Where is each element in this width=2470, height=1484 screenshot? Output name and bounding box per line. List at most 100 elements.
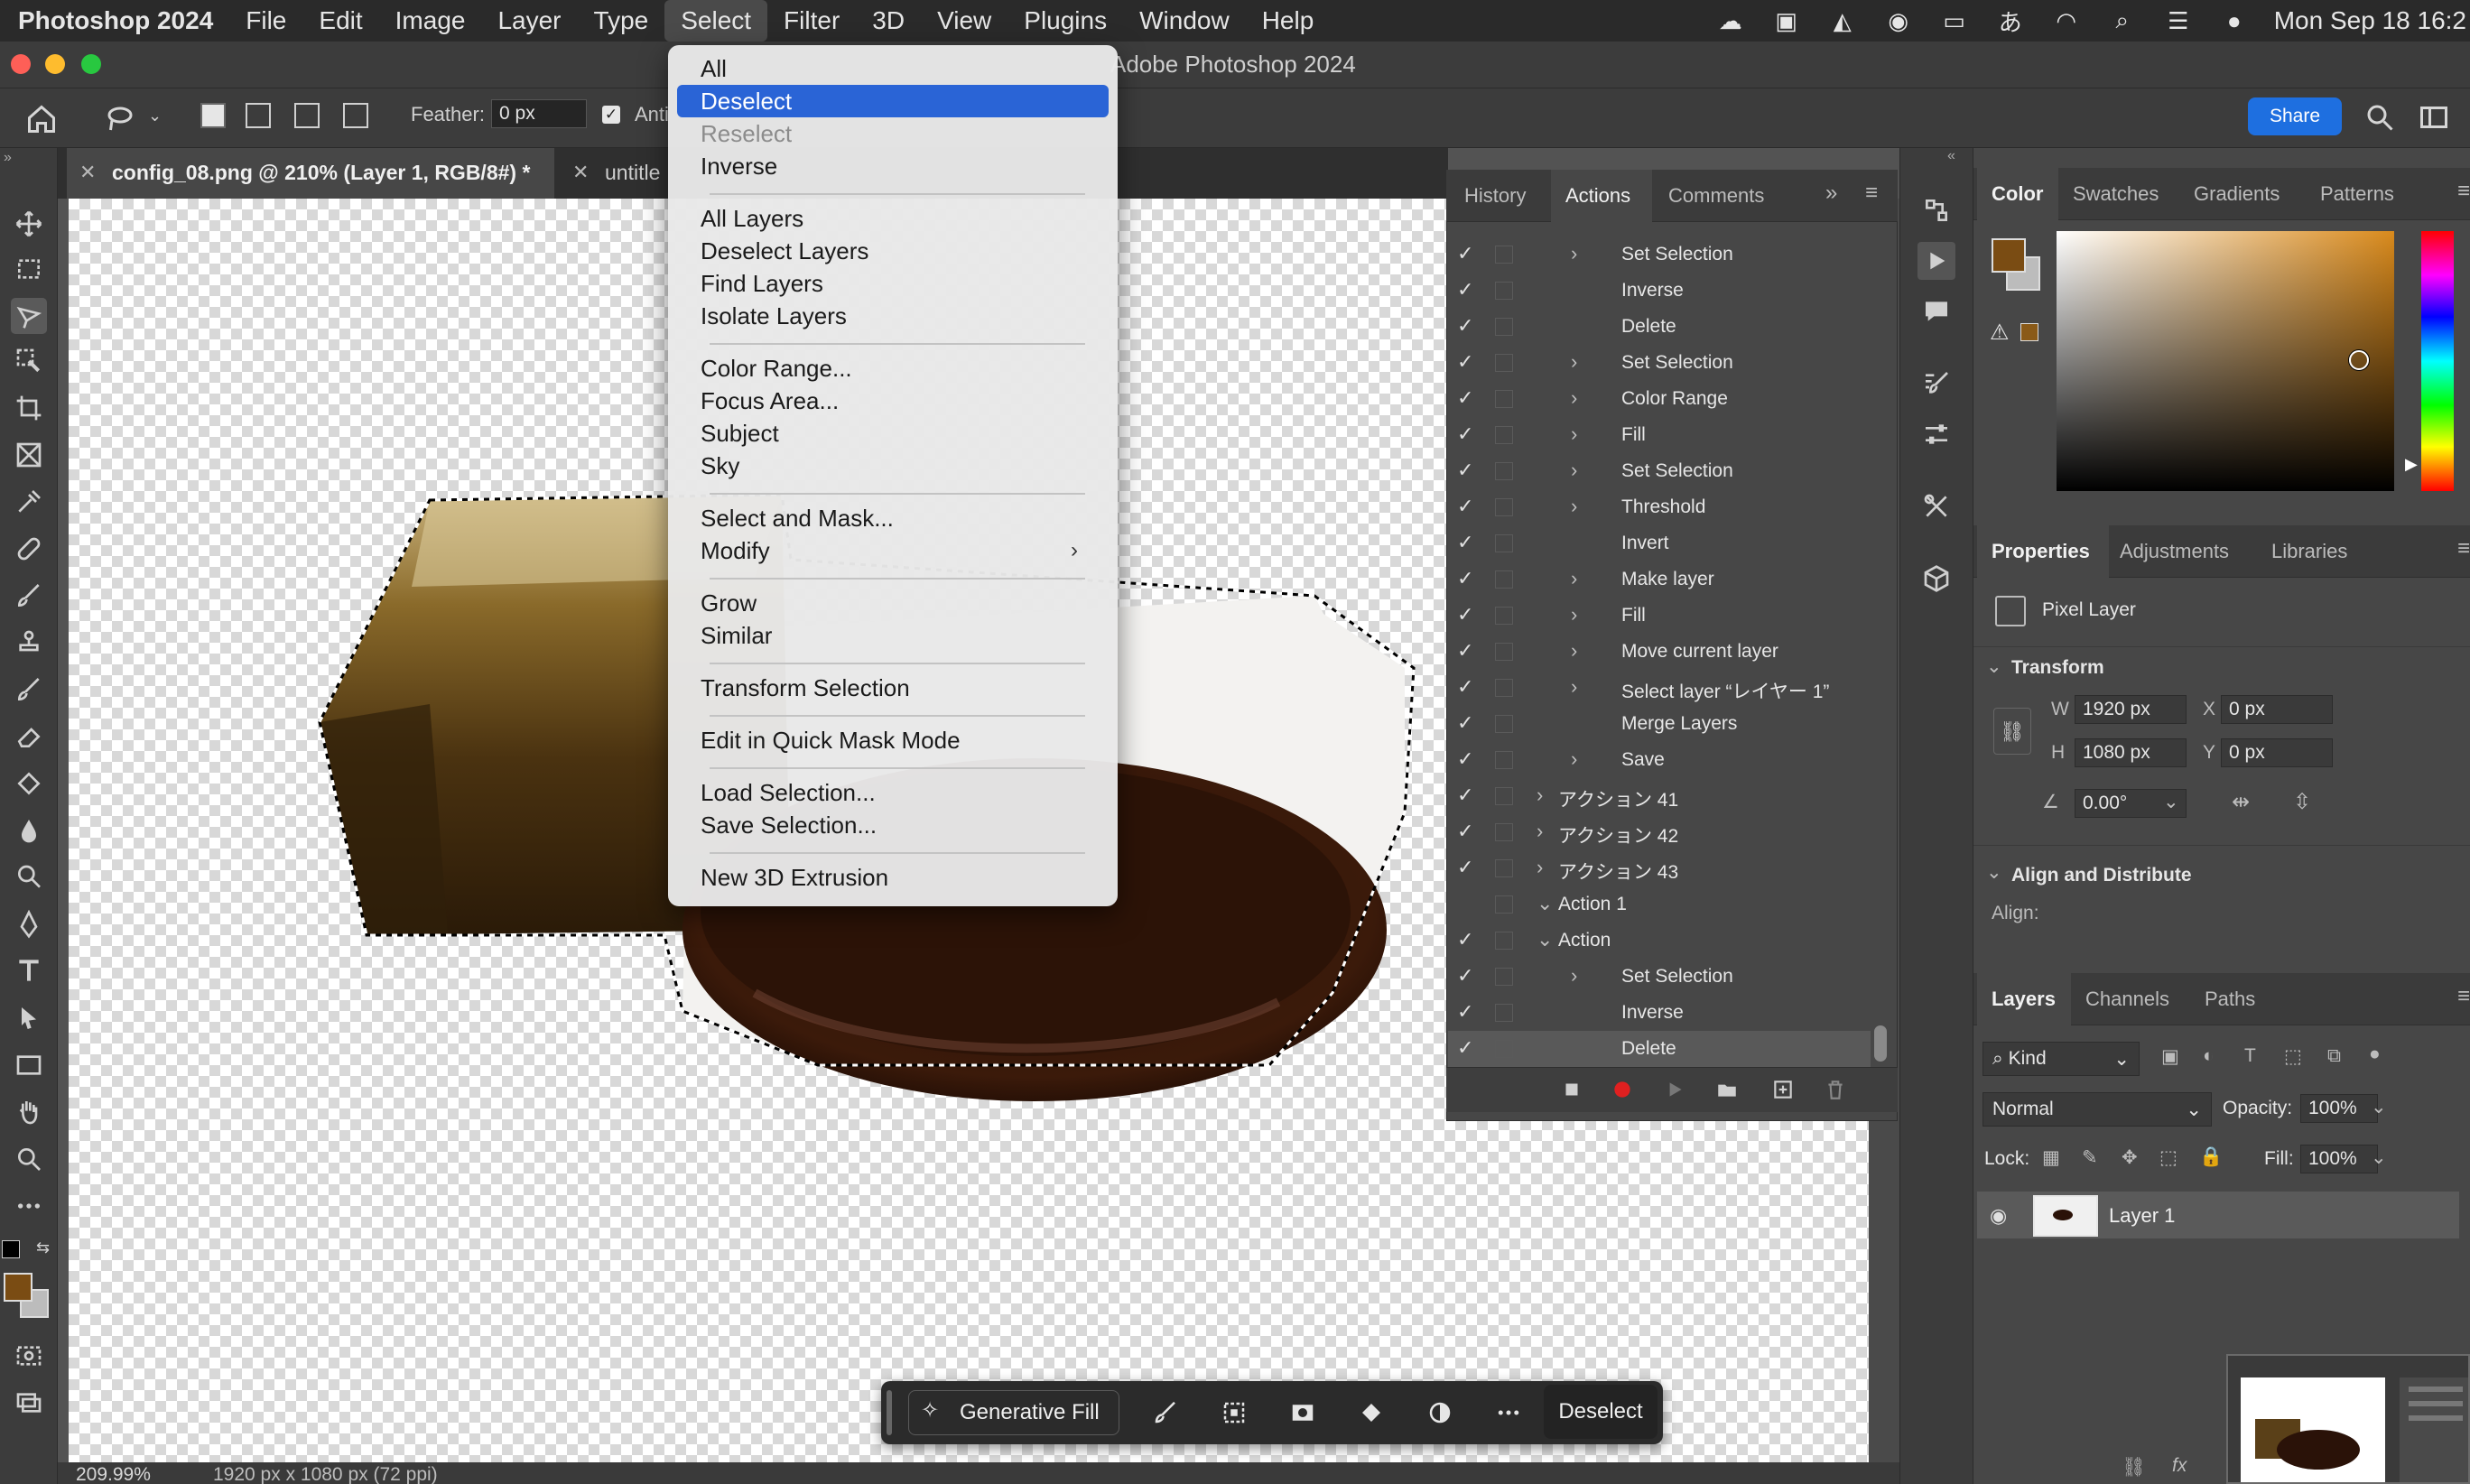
dialog-toggle-box[interactable] [1495,534,1513,552]
type-filter-icon[interactable]: T [2244,1045,2256,1067]
lasso-tool-preset-icon[interactable] [99,101,141,137]
path-selection-tool-icon[interactable] [11,1000,47,1036]
hue-slider[interactable] [2421,231,2454,491]
chevron-right-icon[interactable]: › [1571,386,1577,410]
tab-patterns[interactable]: Patterns [2320,182,2394,206]
menu-item-deselect-layers[interactable]: Deselect Layers [677,235,1109,267]
marquee-tool-icon[interactable] [11,251,47,287]
chevron-right-icon[interactable]: › [1571,422,1577,446]
foreground-color-swatch[interactable] [1992,238,2026,273]
battery-icon[interactable]: ▭ [1938,7,1971,34]
screen-mode-icon[interactable] [11,1385,47,1421]
close-tab-icon[interactable]: ✕ [79,161,96,184]
toggle-item-checkbox[interactable]: ✓ [1457,242,1473,265]
navigator-thumbnail[interactable] [2226,1354,2470,1484]
toggle-item-checkbox[interactable]: ✓ [1457,603,1473,626]
menu-filter[interactable]: Filter [767,0,856,42]
tools-preset-icon[interactable] [1918,487,1955,525]
adjustment-filter-icon[interactable]: ◐ [2203,1045,2215,1067]
quick-mask-icon[interactable] [11,1338,47,1374]
tab-channels[interactable]: Channels [2085,988,2169,1011]
toggle-item-checkbox[interactable]: ✓ [1457,495,1473,518]
add-to-selection-icon[interactable] [246,103,271,128]
chevron-down-icon[interactable]: ⌄ [1986,655,2002,678]
pen-tool-icon[interactable] [11,906,47,942]
link-icon[interactable]: ⛓ [1993,708,2031,755]
tab-history[interactable]: History [1464,184,1526,208]
wifi-icon[interactable]: ◠ [2050,7,2083,34]
dialog-toggle-box[interactable] [1495,498,1513,516]
search-icon[interactable]: ⌕ [2106,6,2139,34]
fx-icon[interactable]: fx [2172,1455,2187,1477]
menu-item-isolate-layers[interactable]: Isolate Layers [677,300,1109,332]
3d-panel-icon[interactable] [1918,560,1955,598]
collapse-panel-icon[interactable]: « [1947,148,1955,164]
foreground-color-swatch[interactable] [4,1273,32,1302]
mask-icon[interactable] [1286,1396,1320,1430]
action-row[interactable]: ⌄ Action 1 [1448,886,1871,923]
lock-all-icon[interactable]: 🔒 [2199,1146,2223,1168]
lock-artboard-icon[interactable]: ⬚ [2159,1146,2178,1169]
dialog-toggle-box[interactable] [1495,895,1513,914]
panel-menu-icon[interactable]: ≡ [1865,181,1878,206]
frame-tool-icon[interactable] [11,437,47,473]
toggle-item-checkbox[interactable]: ✓ [1457,964,1473,988]
chevron-right-icon[interactable]: › [1537,820,1543,843]
eraser-tool-icon[interactable] [11,719,47,755]
healing-brush-tool-icon[interactable] [11,531,47,567]
app-menu[interactable]: Photoshop 2024 [0,0,229,42]
panel-menu-icon[interactable]: ≡ [2457,984,2470,1009]
menu-item-transform-selection[interactable]: Transform Selection [677,672,1109,704]
dodge-tool-icon[interactable] [11,859,47,895]
dialog-toggle-box[interactable] [1495,643,1513,661]
chevron-right-icon[interactable]: › [1571,964,1577,988]
menu-view[interactable]: View [921,0,1008,42]
dialog-toggle-box[interactable] [1495,570,1513,589]
feather-input[interactable]: 0 px [491,99,587,128]
siri-icon[interactable]: ● [2218,7,2251,34]
action-row[interactable]: ✓ Inverse [1448,995,1871,1031]
menu-item-subject[interactable]: Subject [677,417,1109,450]
hand-tool-icon[interactable] [11,1094,47,1130]
chevron-down-icon[interactable]: ⌄ [2163,791,2179,813]
tab-comments[interactable]: Comments [1668,184,1764,208]
image-filter-icon[interactable]: ▣ [2161,1045,2179,1068]
screen-share-icon[interactable]: ▣ [1770,7,1803,34]
action-row[interactable]: ✓ › Fill [1448,598,1871,634]
action-row[interactable]: ✓ › Fill [1448,417,1871,453]
filter-toggle-icon[interactable]: ● [2369,1043,2381,1065]
action-row[interactable]: ✓ Delete [1448,1031,1871,1067]
action-row[interactable]: ✓ ⌄ Action [1448,923,1871,959]
zoom-level[interactable]: 209.99% [76,1464,151,1484]
dialog-toggle-box[interactable] [1495,1004,1513,1022]
menu-item-load-selection[interactable]: Load Selection... [677,776,1109,809]
adjustment-layer-icon[interactable] [1423,1396,1457,1430]
x-input[interactable]: 0 px [2221,695,2333,724]
action-row[interactable]: ✓ › アクション 41 [1448,778,1871,814]
width-input[interactable]: 1920 px [2075,695,2187,724]
panel-menu-icon[interactable]: ≡ [2457,179,2470,204]
modify-selection-icon[interactable] [1148,1396,1183,1430]
expand-panel-icon[interactable]: » [1825,181,1837,206]
minimize-window-button[interactable] [45,54,65,74]
action-row[interactable]: ✓ › Threshold [1448,489,1871,525]
lasso-tool-icon[interactable] [11,298,47,334]
menu-type[interactable]: Type [578,0,665,42]
dialog-toggle-box[interactable] [1495,282,1513,300]
brush-tool-icon[interactable] [11,578,47,614]
chevron-right-icon[interactable]: › [1537,784,1543,807]
chevron-right-icon[interactable]: › [1571,242,1577,265]
menu-3d[interactable]: 3D [856,0,921,42]
chevron-right-icon[interactable]: › [1571,459,1577,482]
menu-plugins[interactable]: Plugins [1008,0,1123,42]
toggle-item-checkbox[interactable]: ✓ [1457,1036,1473,1060]
subtract-selection-icon[interactable] [294,103,320,128]
menu-edit[interactable]: Edit [302,0,378,42]
home-icon[interactable] [23,101,60,137]
tab-libraries[interactable]: Libraries [2271,540,2347,563]
dialog-toggle-box[interactable] [1495,968,1513,986]
deselect-button[interactable]: Deselect [1544,1385,1658,1439]
actions-scrollbar[interactable] [1874,1025,1887,1062]
chevron-right-icon[interactable]: › [1571,495,1577,518]
chevron-down-icon[interactable]: ⌄ [148,107,162,125]
